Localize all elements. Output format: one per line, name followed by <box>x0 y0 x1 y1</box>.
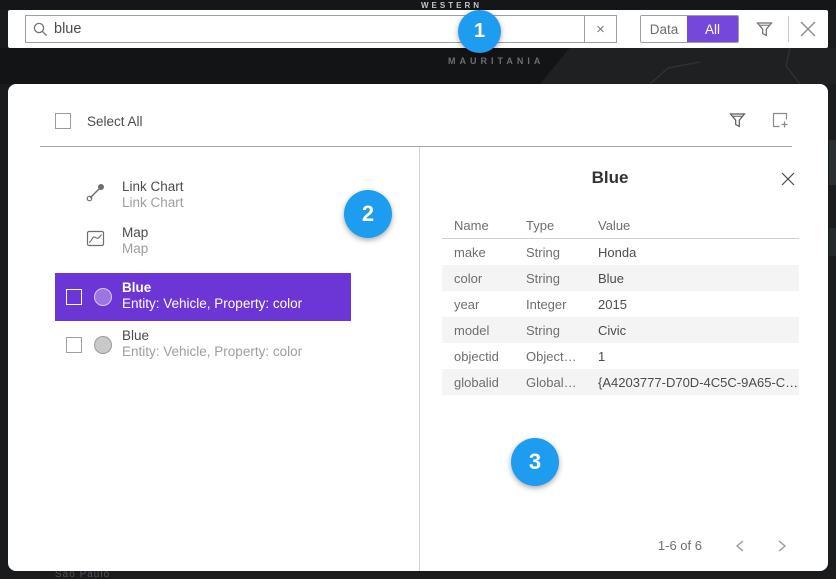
cell-name: year <box>454 297 526 312</box>
map-background-top <box>0 0 836 10</box>
detail-close-icon[interactable] <box>778 169 798 189</box>
cell-type: String <box>526 245 598 260</box>
column-header-value: Value <box>598 218 799 233</box>
cell-name: model <box>454 323 526 338</box>
cell-type: Object… <box>526 349 598 364</box>
cell-type: Global… <box>526 375 598 390</box>
map-icon <box>85 228 106 249</box>
search-input[interactable] <box>54 17 584 41</box>
result-checkbox[interactable] <box>66 289 82 305</box>
table-row: globalid Global… {A4203777-D70D-4C5C-9A6… <box>442 369 799 395</box>
select-all-label: Select All <box>87 114 143 129</box>
column-header-name: Name <box>454 218 526 233</box>
callout-badge-3: 3 <box>511 438 559 486</box>
cell-type: String <box>526 271 598 286</box>
cell-name: color <box>454 271 526 286</box>
pagination-label: 1-6 of 6 <box>632 538 702 553</box>
map-border-lines <box>640 48 836 84</box>
table-row: make String Honda <box>442 239 799 265</box>
search-icon <box>26 22 54 37</box>
detail-panel: Blue Name Type Value make String Honda c… <box>420 147 828 571</box>
chevron-right-icon[interactable] <box>772 536 792 556</box>
result-subtitle: Entity: Vehicle, Property: color <box>122 296 302 312</box>
cell-type: Integer <box>526 297 598 312</box>
results-panel: Select All Link Chart Link Chart Map Map… <box>8 84 828 571</box>
result-title: Blue <box>122 280 151 296</box>
search-bar: × Data All <box>8 10 828 48</box>
cell-value: 1 <box>598 349 799 364</box>
detail-title: Blue <box>420 168 800 188</box>
entity-circle-icon <box>94 336 112 354</box>
close-search-icon[interactable] <box>797 18 819 40</box>
cell-name: objectid <box>454 349 526 364</box>
cell-type: String <box>526 323 598 338</box>
cell-value: Blue <box>598 271 799 286</box>
map-edge-detail <box>829 228 836 256</box>
toggle-all-button[interactable]: All <box>687 16 738 42</box>
select-all-checkbox[interactable] <box>55 113 71 129</box>
panel-filter-icon[interactable] <box>725 108 749 132</box>
cell-name: globalid <box>454 375 526 390</box>
link-chart-icon <box>85 182 106 203</box>
table-row: color String Blue <box>442 265 799 291</box>
scope-toggle: Data All <box>640 15 739 43</box>
clear-search-icon[interactable]: × <box>584 16 616 42</box>
chevron-left-icon[interactable] <box>730 536 750 556</box>
result-item-blue[interactable]: Blue Entity: Vehicle, Property: color <box>55 325 351 369</box>
result-subtitle: Entity: Vehicle, Property: color <box>122 344 302 360</box>
cell-value: Honda <box>598 245 799 260</box>
map-label-mauritania: MAURITANIA <box>448 56 544 66</box>
result-subtitle: Map <box>122 241 148 257</box>
result-checkbox[interactable] <box>66 337 82 353</box>
entity-circle-icon <box>94 288 112 306</box>
map-edge-detail <box>829 140 836 185</box>
toolbar-divider <box>788 16 789 42</box>
column-header-type: Type <box>526 218 598 233</box>
table-row: year Integer 2015 <box>442 291 799 317</box>
result-title: Blue <box>122 328 149 344</box>
add-to-chart-icon[interactable] <box>768 108 792 132</box>
cell-value: {A4203777-D70D-4C5C-9A65-C… <box>598 375 799 390</box>
callout-badge-2: 2 <box>344 190 392 238</box>
cell-value: 2015 <box>598 297 799 312</box>
cell-name: make <box>454 245 526 260</box>
search-input-group: × <box>25 15 617 43</box>
result-title: Link Chart <box>122 179 184 195</box>
result-subtitle: Link Chart <box>122 195 184 211</box>
map-label-western: WESTERN <box>421 1 482 10</box>
callout-badge-1: 1 <box>458 10 501 53</box>
table-row: model String Civic <box>442 317 799 343</box>
table-row: objectid Object… 1 <box>442 343 799 369</box>
table-header-row: Name Type Value <box>442 213 799 239</box>
cell-value: Civic <box>598 323 799 338</box>
result-item-blue-selected[interactable]: Blue Entity: Vehicle, Property: color <box>55 273 351 321</box>
toggle-data-button[interactable]: Data <box>641 16 687 42</box>
result-title: Map <box>122 225 148 241</box>
filter-icon[interactable] <box>752 17 776 41</box>
attributes-table: Name Type Value make String Honda color … <box>442 213 799 395</box>
